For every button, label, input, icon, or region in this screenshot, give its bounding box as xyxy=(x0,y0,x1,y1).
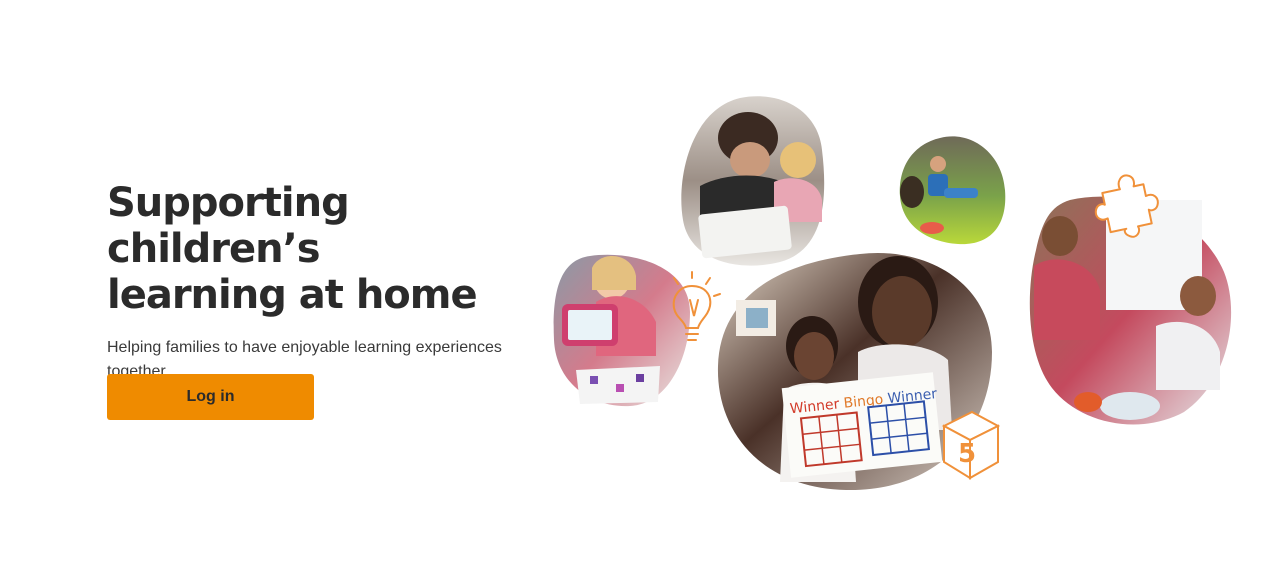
photo-parent-and-child-drawing xyxy=(681,96,825,266)
hero-text-block: Supporting children’s learning at home H… xyxy=(107,180,527,384)
photo-child-on-grass xyxy=(899,136,1006,245)
page-title-line-1: Supporting children’s xyxy=(107,180,350,272)
dice-number: 5 xyxy=(958,439,976,469)
photo-girl-with-tablet xyxy=(553,254,690,407)
photo-collage: Winner Bingo Winner 5 xyxy=(540,90,1240,500)
landing-page: Supporting children’s learning at home H… xyxy=(0,0,1278,579)
page-title-line-2: learning at home xyxy=(107,272,478,318)
photo-collage-graphic: Winner Bingo Winner 5 xyxy=(553,96,1232,491)
dice-doodle-icon: 5 xyxy=(941,410,1001,480)
page-title: Supporting children’s learning at home xyxy=(107,180,527,318)
bingo-winner-sign: Winner Bingo Winner xyxy=(781,372,943,478)
login-button[interactable]: Log in xyxy=(107,374,314,420)
